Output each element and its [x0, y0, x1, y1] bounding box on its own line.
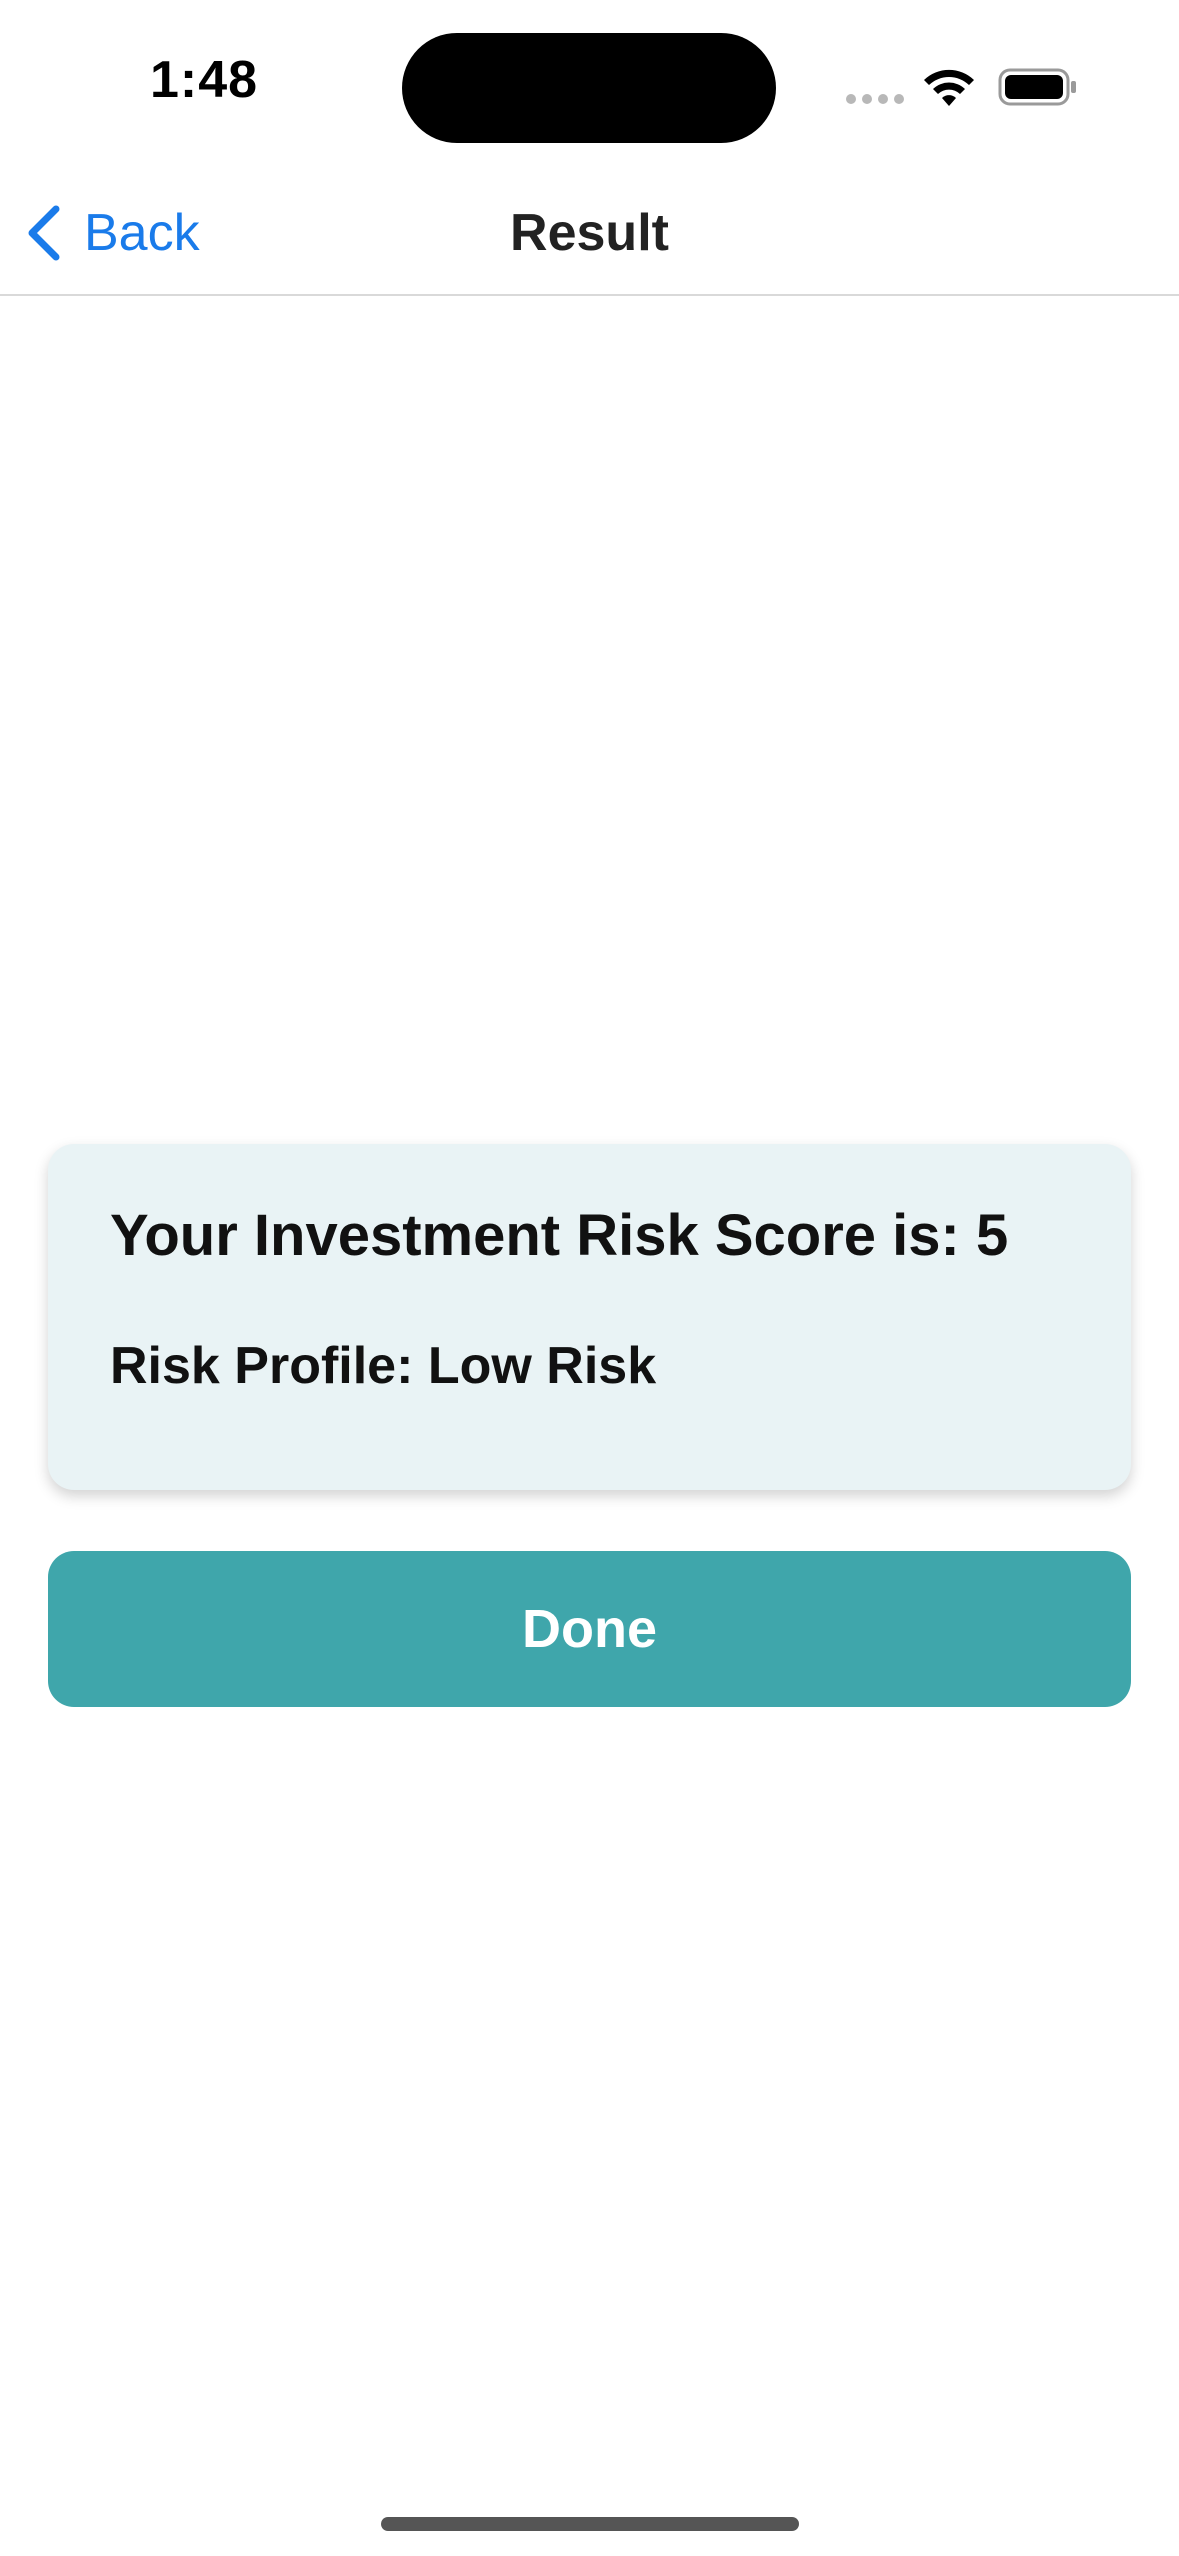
risk-profile-text: Risk Profile: Low Risk: [110, 1337, 657, 1395]
done-button-label: Done: [522, 1599, 657, 1659]
navigation-bar: Back Result: [0, 170, 1179, 296]
wifi-icon: [924, 69, 974, 106]
done-button[interactable]: Done: [48, 1551, 1131, 1707]
status-time: 1:48: [150, 51, 259, 109]
battery-icon: [998, 68, 1076, 106]
result-card: Your Investment Risk Score is: 5 Risk Pr…: [48, 1144, 1131, 1490]
status-bar: 1:48: [0, 0, 1179, 170]
risk-score-text: Your Investment Risk Score is: 5: [110, 1203, 1009, 1268]
page-title: Result: [510, 204, 669, 262]
cellular-signal-icon: [846, 94, 906, 106]
home-indicator[interactable]: [381, 2517, 799, 2531]
dynamic-island: [402, 33, 776, 143]
